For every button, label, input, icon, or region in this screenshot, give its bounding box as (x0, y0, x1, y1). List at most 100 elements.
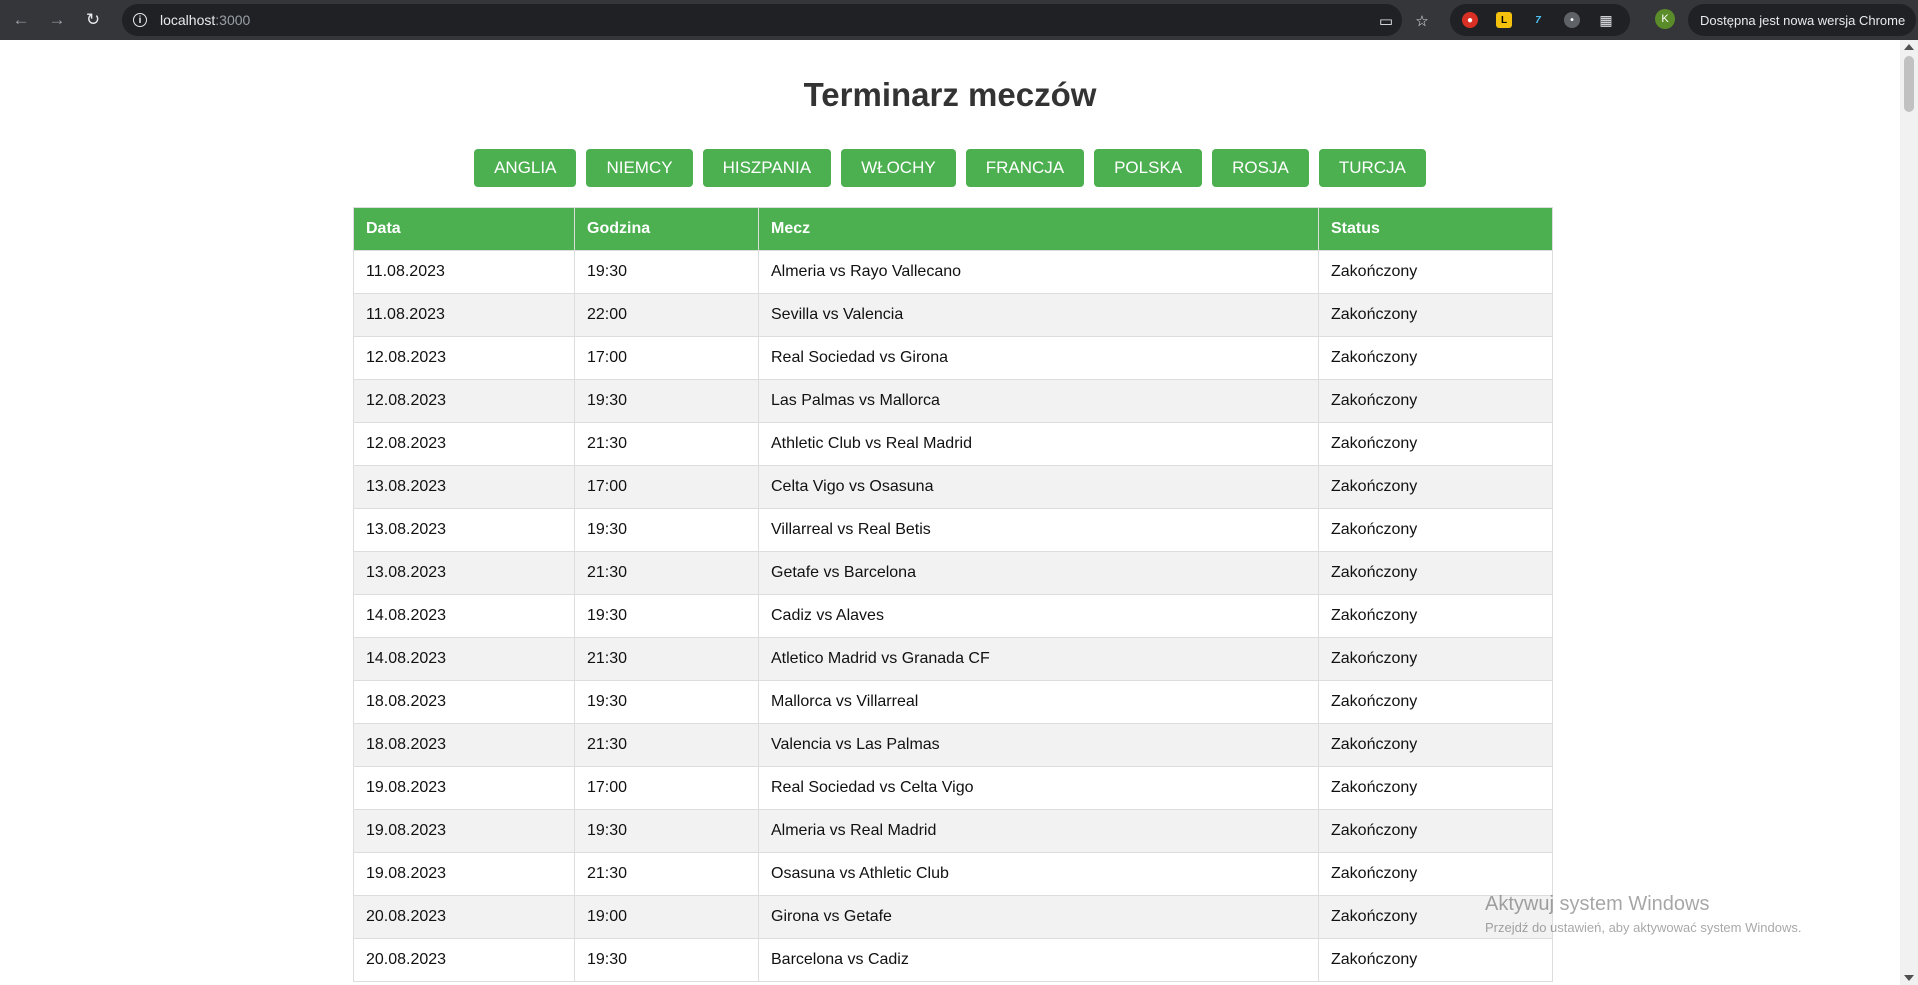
league-button-rosja[interactable]: ROSJA (1212, 149, 1309, 187)
table-row: 20.08.2023 19:00 Girona vs Getafe Zakończon… (353, 895, 1553, 939)
extension-grey-icon[interactable]: • (1564, 12, 1580, 28)
cell-match: Barcelona vs Cadiz (758, 938, 1319, 982)
cell-status: Zakończony (1318, 938, 1553, 982)
page-scrollbar[interactable] (1900, 40, 1918, 985)
profile-avatar[interactable]: K (1655, 9, 1675, 29)
cell-time: 21:30 (574, 637, 759, 681)
cell-date: 13.08.2023 (353, 551, 575, 595)
cell-time: 17:00 (574, 465, 759, 509)
puzzle-icon[interactable]: ▦ (1598, 12, 1614, 28)
table-row: 19.08.2023 17:00 Real Sociedad vs Celta Vi… (353, 766, 1553, 810)
league-button-hiszpania[interactable]: HISZPANIA (702, 149, 832, 187)
extension-yellow-icon[interactable]: L (1496, 12, 1512, 28)
league-button-turcja[interactable]: TURCJA (1318, 149, 1426, 187)
league-button-niemcy[interactable]: NIEMCY (586, 149, 693, 187)
cell-status: Zakończony (1318, 293, 1553, 337)
table-row: 11.08.2023 22:00 Sevilla vs Valencia Zakońc… (353, 293, 1553, 337)
league-button-włochy[interactable]: WŁOCHY (841, 149, 956, 187)
cell-status: Zakończony (1318, 551, 1553, 595)
cell-status: Zakończony (1318, 637, 1553, 681)
table-row: 14.08.2023 19:30 Cadiz vs Alaves Zakończony (353, 594, 1553, 638)
table-row: 14.08.2023 21:30 Atletico Madrid vs Granad… (353, 637, 1553, 681)
league-button-polska[interactable]: POLSKA (1094, 149, 1203, 187)
extension-blue-icon[interactable]: 7 (1530, 12, 1546, 28)
cell-time: 21:30 (574, 551, 759, 595)
reload-icon: ↻ (85, 10, 101, 29)
table-row: 13.08.2023 17:00 Celta Vigo vs Osasuna Zako… (353, 465, 1553, 509)
table-row: 19.08.2023 19:30 Almeria vs Real Madrid Zak… (353, 809, 1553, 853)
cell-status: Zakończony (1318, 465, 1553, 509)
cell-time: 17:00 (574, 766, 759, 810)
scroll-thumb[interactable] (1904, 56, 1914, 112)
cell-match: Almeria vs Real Madrid (758, 809, 1319, 853)
url-text[interactable]: localhost:3000 (160, 12, 250, 28)
header-match: Mecz (758, 207, 1319, 251)
cell-match: Mallorca vs Villarreal (758, 680, 1319, 724)
table-header-row: Data Godzina Mecz Status (353, 207, 1553, 251)
cell-time: 19:30 (574, 594, 759, 638)
watermark-title: Aktywuj system Windows (1485, 893, 1710, 915)
cell-match: Villarreal vs Real Betis (758, 508, 1319, 552)
cell-status: Zakończony (1318, 594, 1553, 638)
cell-time: 17:00 (574, 336, 759, 380)
watermark-subtitle: Przejdź do ustawień, aby aktywować syste… (1485, 920, 1802, 935)
info-icon[interactable]: i (133, 13, 147, 27)
chrome-update-button[interactable]: Dostępna jest nowa wersja Chrome ⋮ (1688, 4, 1918, 36)
league-button-francja[interactable]: FRANCJA (965, 149, 1085, 187)
forward-button[interactable]: → (44, 7, 70, 33)
header-time: Godzina (574, 207, 759, 251)
cell-status: Zakończony (1318, 680, 1553, 724)
cell-time: 21:30 (574, 723, 759, 767)
league-buttons: ANGLIA NIEMCY HISZPANIA WŁOCHY FRANCJA POLSKA… (0, 149, 1900, 187)
cell-match: Getafe vs Barcelona (758, 551, 1319, 595)
page-content: Terminarz meczów ANGLIA NIEMCY HISZPANIA WŁ… (0, 40, 1900, 985)
cell-match: Sevilla vs Valencia (758, 293, 1319, 337)
cell-date: 19.08.2023 (353, 766, 575, 810)
league-button-anglia[interactable]: ANGLIA (474, 149, 577, 187)
cell-match: Las Palmas vs Mallorca (758, 379, 1319, 423)
table-row: 13.08.2023 19:30 Villarreal vs Real Betis Z… (353, 508, 1553, 552)
table-row: 11.08.2023 19:30 Almeria vs Rayo Vallecano… (353, 250, 1553, 294)
cell-match: Girona vs Getafe (758, 895, 1319, 939)
cell-status: Zakończony (1318, 422, 1553, 466)
cell-time: 21:30 (574, 422, 759, 466)
cell-status: Zakończony (1318, 379, 1553, 423)
cell-time: 19:30 (574, 508, 759, 552)
cell-status: Zakończony (1318, 336, 1553, 380)
star-icon[interactable]: ☆ (1412, 11, 1432, 31)
address-bar[interactable]: i localhost:3000 ▭ ☆ (122, 4, 1429, 36)
url-host: localhost (160, 12, 216, 28)
cell-match: Celta Vigo vs Osasuna (758, 465, 1319, 509)
extension-red-icon[interactable]: ● (1462, 12, 1478, 28)
table-row: 19.08.2023 21:30 Osasuna vs Athletic Club Z… (353, 852, 1553, 896)
cell-date: 19.08.2023 (353, 809, 575, 853)
cell-time: 19:30 (574, 250, 759, 294)
scroll-down-icon[interactable] (1904, 975, 1914, 981)
cell-match: Athletic Club vs Real Madrid (758, 422, 1319, 466)
back-button[interactable]: ← (8, 7, 34, 33)
cell-status: Zakończony (1318, 852, 1553, 896)
url-port: :3000 (215, 12, 251, 28)
cell-time: 19:30 (574, 809, 759, 853)
cell-time: 19:30 (574, 379, 759, 423)
cell-date: 20.08.2023 (353, 938, 575, 982)
cell-match: Valencia vs Las Palmas (758, 723, 1319, 767)
scroll-up-icon[interactable] (1904, 44, 1914, 50)
cell-time: 22:00 (574, 293, 759, 337)
cell-date: 19.08.2023 (353, 852, 575, 896)
cell-time: 21:30 (574, 852, 759, 896)
reload-button[interactable]: ↻ (80, 7, 106, 33)
header-status: Status (1318, 207, 1553, 251)
install-app-icon[interactable]: ▭ (1376, 11, 1396, 31)
cell-date: 11.08.2023 (353, 250, 575, 294)
table-row: 18.08.2023 21:30 Valencia vs Las Palmas Zak… (353, 723, 1553, 767)
update-text: Dostępna jest nowa wersja Chrome (1700, 12, 1906, 28)
cell-time: 19:30 (574, 680, 759, 724)
windows-activation-watermark: Aktywuj system Windows Przejdź do ustawi… (1485, 893, 1801, 935)
kebab-menu-icon[interactable]: ⋮ (1913, 10, 1918, 30)
cell-date: 12.08.2023 (353, 379, 575, 423)
table-row: 20.08.2023 19:30 Barcelona vs Cadiz Zakończ… (353, 938, 1553, 982)
cell-date: 12.08.2023 (353, 422, 575, 466)
table-row: 13.08.2023 21:30 Getafe vs Barcelona Zakońc… (353, 551, 1553, 595)
cell-date: 14.08.2023 (353, 594, 575, 638)
